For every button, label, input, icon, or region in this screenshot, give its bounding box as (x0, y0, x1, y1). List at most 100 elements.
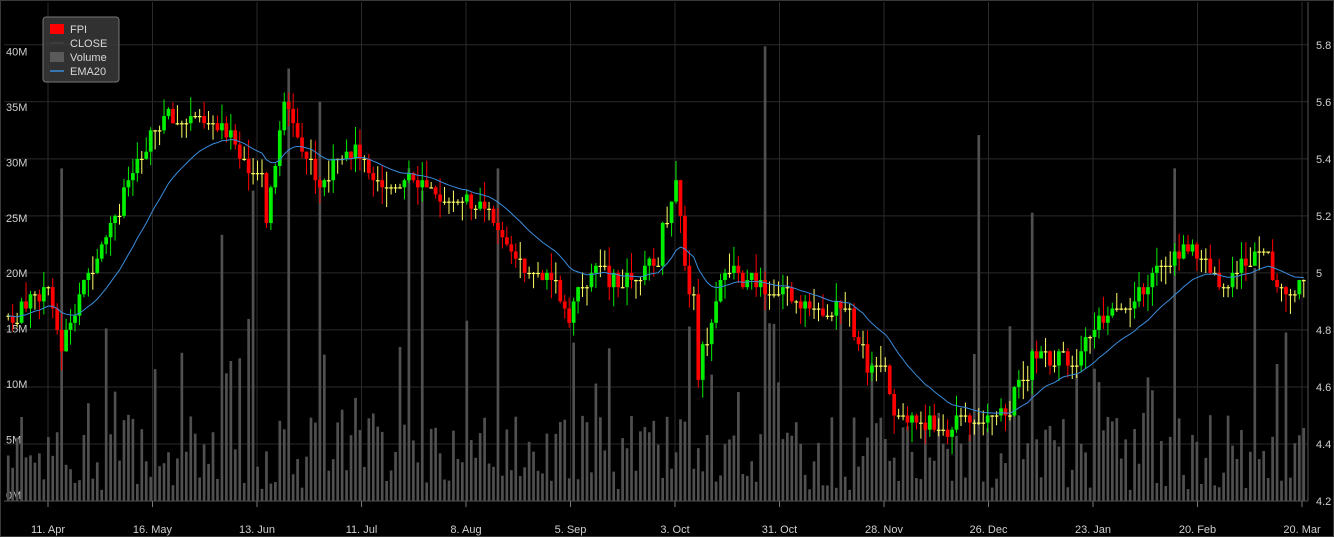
volume-bar (1053, 440, 1056, 501)
candle-body (740, 272, 745, 288)
candle-body (273, 165, 278, 188)
candle-body (972, 422, 977, 424)
x-tick-label: 20. Feb (1179, 524, 1216, 536)
candle-body (932, 415, 937, 430)
candle-body (665, 222, 669, 225)
candle-body (1057, 351, 1061, 366)
candle-body (834, 301, 839, 316)
volume-bar (799, 443, 803, 501)
volume-bar (981, 481, 985, 501)
volume-bar (167, 452, 170, 501)
candle-body (1030, 351, 1035, 380)
volume-bar (1235, 458, 1239, 501)
candle-body (1226, 287, 1230, 289)
candle-body (1154, 265, 1159, 273)
volume-bar (140, 429, 144, 501)
candle-body (286, 101, 291, 109)
candle-body (304, 151, 309, 159)
volume-bar (509, 470, 513, 501)
volume-bar (1119, 458, 1123, 501)
volume-bar (1195, 441, 1199, 501)
volume-bar (986, 428, 990, 501)
legend-entry-label: CLOSE (70, 38, 107, 50)
volume-bar (523, 467, 526, 501)
candle-body (687, 265, 692, 295)
candle-body (527, 272, 531, 275)
volume-bar (95, 462, 99, 501)
volume-bar (238, 358, 242, 501)
candle-body (647, 258, 652, 266)
price-tick-label: 4.2 (1316, 496, 1331, 508)
candle-body (215, 123, 220, 131)
volume-bar (207, 463, 210, 501)
volume-bar (318, 101, 322, 502)
volume-bar (652, 420, 656, 501)
volume-bar (518, 476, 522, 501)
candle-body (754, 272, 759, 288)
volume-bar (1106, 416, 1110, 501)
candle-body (941, 429, 946, 431)
candle-body (237, 144, 242, 159)
volume-bar (198, 477, 201, 501)
volume-bar (220, 234, 224, 501)
candle-body (1097, 315, 1101, 330)
volume-bar (915, 478, 918, 501)
candle-body (745, 280, 750, 288)
volume-tick-label: 5M (6, 435, 21, 447)
candle-body (179, 123, 184, 125)
candle-body (1203, 258, 1208, 260)
candle-body (718, 280, 723, 302)
candle-body (1252, 251, 1257, 266)
x-tick-label: 13. Jun (239, 524, 275, 536)
candle-body (611, 272, 616, 288)
volume-bar (122, 420, 126, 501)
candle-body (135, 158, 140, 174)
candle-body (825, 315, 830, 317)
candle-body (945, 429, 950, 437)
volume-bar (514, 416, 518, 501)
volume-bar (879, 417, 883, 501)
volume-bar (1213, 485, 1217, 501)
candle-body (318, 180, 322, 188)
candle-body (148, 130, 153, 152)
volume-bar (919, 479, 923, 501)
candle-body (651, 258, 656, 266)
volume-bar (1142, 412, 1145, 501)
candle-body (1101, 315, 1106, 323)
volume-bar (407, 168, 411, 502)
candle-body (1110, 308, 1115, 316)
candle-body (1163, 265, 1168, 267)
volume-bar (1048, 425, 1052, 501)
candle-body (999, 408, 1003, 416)
volume-bar (1182, 474, 1185, 501)
legend-swatch (50, 52, 64, 62)
candle-body (496, 222, 500, 231)
candle-body (415, 180, 420, 188)
candle-body (255, 173, 260, 175)
candle-body (1025, 379, 1030, 382)
volume-bar (737, 392, 740, 501)
candle-body (776, 294, 781, 296)
volume-bar (594, 383, 598, 501)
volume-bar (688, 326, 691, 501)
candle-body (567, 308, 572, 323)
candle-body (55, 308, 60, 330)
volume-bar (216, 478, 219, 501)
candle-body (393, 187, 398, 189)
volume-bar (852, 417, 856, 501)
volume-bar (162, 463, 166, 501)
candle-body (847, 308, 852, 310)
volume-bar (750, 461, 754, 501)
ema20-line (8, 138, 1304, 414)
candle-body (723, 272, 727, 281)
volume-bar (1280, 480, 1283, 501)
candle-body (1146, 287, 1150, 295)
volume-bar (1017, 415, 1021, 501)
candle-body (402, 180, 407, 188)
volume-bar (1293, 443, 1297, 501)
candle-body (64, 329, 68, 352)
candle-body (643, 265, 647, 281)
volume-bar (1151, 390, 1154, 501)
candle-body (798, 301, 803, 309)
candle-body (1181, 244, 1186, 259)
